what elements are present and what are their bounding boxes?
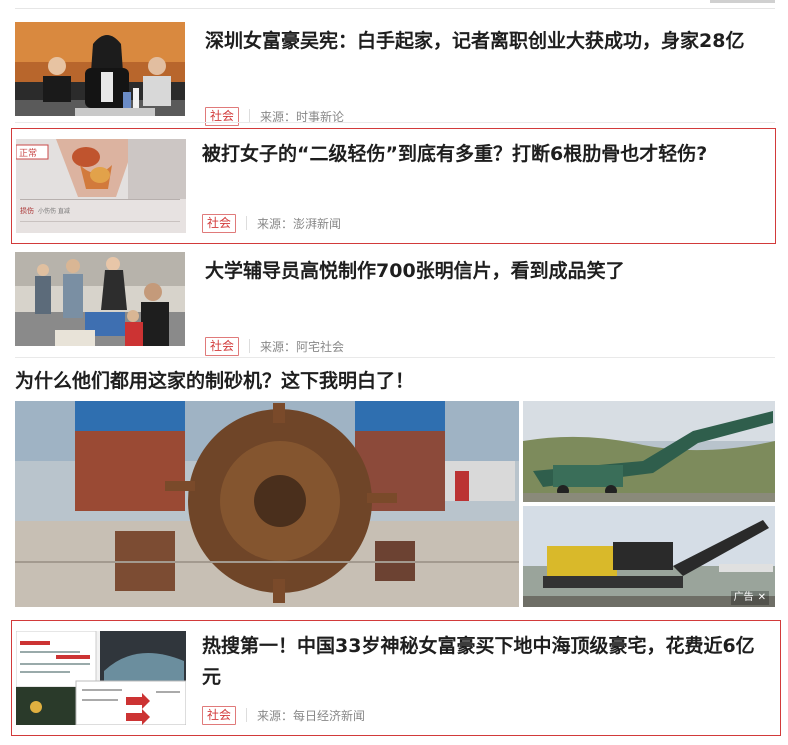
top-scroll-indicator [710, 0, 775, 3]
ad-title[interactable]: 为什么他们都用这家的制砂机？这下我明白了！ [15, 368, 414, 394]
meta-separator [246, 708, 248, 722]
news-meta: 社会 来源：每日经济新闻 [202, 705, 365, 725]
meta-separator [249, 339, 251, 353]
news-thumbnail[interactable] [15, 22, 185, 116]
news-source: 来源：澎湃新闻 [257, 216, 342, 231]
ad-image-tertiary[interactable]: 广告 ✕ [523, 506, 775, 607]
news-meta: 社会 来源：时事新论 [205, 106, 344, 126]
news-title[interactable]: 深圳女富豪吴宪：白手起家，记者离职创业大获成功，身家28亿 [205, 26, 773, 57]
category-tag[interactable]: 社会 [202, 213, 237, 233]
thumb-label-injury: 损伤 [20, 206, 34, 215]
news-thumbnail[interactable] [15, 252, 185, 346]
ad-label-text: 广告 [733, 592, 754, 603]
category-tag[interactable]: 社会 [202, 705, 237, 725]
news-thumbnail[interactable]: 正常 损伤 小伤伤 直减 [16, 139, 186, 233]
news-item[interactable]: 正常 损伤 小伤伤 直减 被打女子的“二级轻伤”到底有多重？打断6根肋骨也才轻伤… [11, 128, 776, 244]
news-thumbnail[interactable] [16, 631, 186, 725]
news-meta: 社会 来源：澎湃新闻 [202, 213, 341, 233]
news-source: 来源：每日经济新闻 [257, 708, 366, 723]
thumb-label-caption: 小伤伤 直减 [38, 207, 70, 215]
item-divider [15, 357, 775, 358]
news-title[interactable]: 热搜第一！中国33岁神秘女富豪买下地中海顶级豪宅，花费近6亿元 [202, 631, 770, 693]
news-title[interactable]: 被打女子的“二级轻伤”到底有多重？打断6根肋骨也才轻伤? [202, 139, 770, 170]
news-meta: 社会 来源：阿宅社会 [205, 336, 344, 356]
ad-close-icon[interactable]: ✕ [758, 591, 766, 605]
ad-image-secondary[interactable] [523, 401, 775, 502]
category-tag[interactable]: 社会 [205, 336, 240, 356]
news-title[interactable]: 大学辅导员高悦制作700张明信片，看到成品笑了 [205, 256, 773, 287]
news-source: 来源：阿宅社会 [260, 339, 345, 354]
meta-separator [249, 109, 251, 123]
item-divider [15, 122, 775, 123]
top-divider [15, 8, 775, 9]
ad-image-main[interactable] [15, 401, 519, 607]
ad-label[interactable]: 广告 ✕ [730, 591, 769, 605]
news-item[interactable]: 热搜第一！中国33岁神秘女富豪买下地中海顶级豪宅，花费近6亿元 社会 来源：每日… [11, 620, 781, 736]
news-item[interactable]: 大学辅导员高悦制作700张明信片，看到成品笑了 社会 来源：阿宅社会 [15, 252, 775, 370]
thumb-label-normal: 正常 [19, 147, 37, 159]
meta-separator [246, 216, 248, 230]
